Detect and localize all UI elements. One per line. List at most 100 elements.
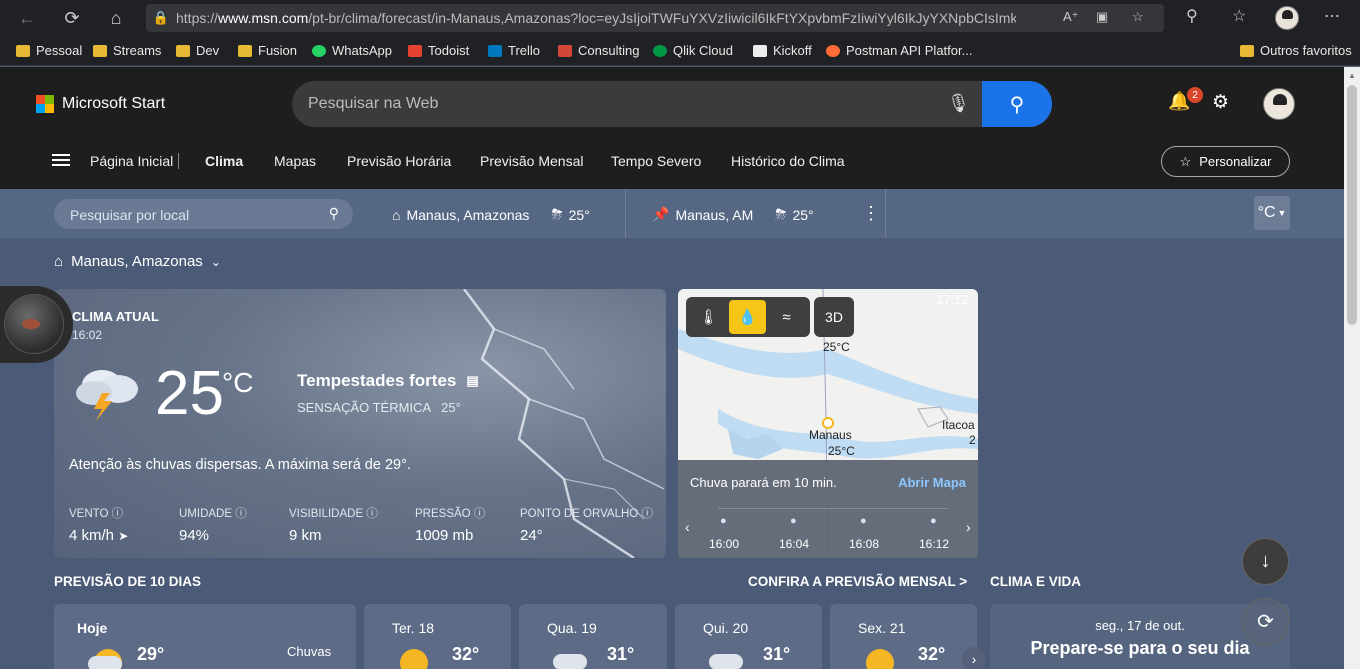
info-icon[interactable]: ⓘ — [474, 508, 486, 520]
forecast-day[interactable]: Qua. 19 31° — [519, 604, 667, 669]
timeline-tick: 16:08 — [849, 537, 880, 551]
nav-home[interactable]: Página Inicial — [90, 153, 173, 169]
refresh-icon[interactable]: ⟳ — [55, 1, 89, 35]
search-button[interactable]: ⚲ — [982, 81, 1052, 127]
home-icon: ⌂ — [392, 206, 401, 223]
extension-icon[interactable]: ⚲ — [1186, 6, 1198, 26]
info-icon[interactable]: ⓘ — [112, 508, 124, 520]
monthly-forecast-link[interactable]: CONFIRA A PREVISÃO MENSAL > — [748, 574, 967, 589]
more-menu-icon[interactable]: ⋯ — [1324, 6, 1340, 26]
open-map-link[interactable]: Abrir Mapa — [898, 475, 966, 490]
feels-like: SENSAÇÃO TÉRMICA 25° — [297, 400, 461, 415]
menu-hamburger-icon[interactable] — [52, 151, 70, 169]
more-options-icon[interactable]: ⋮ — [862, 203, 880, 224]
bookmark-kickoff[interactable]: Kickoff — [753, 43, 812, 58]
scrollbar-thumb[interactable] — [1347, 85, 1357, 325]
favorites-icon[interactable]: ☆ — [1232, 6, 1246, 26]
address-bar[interactable]: 🔒 https://www.msn.com/pt-br/clima/foreca… — [146, 4, 1164, 32]
read-aloud-icon[interactable]: A⁺ — [1063, 9, 1079, 25]
back-icon[interactable]: ← — [10, 1, 44, 35]
gmail-icon — [558, 44, 572, 57]
app-available-icon[interactable]: ▣ — [1096, 9, 1108, 25]
brand-name: Microsoft Start — [62, 95, 166, 112]
temperature-layer-icon[interactable]: 🌡 — [690, 300, 727, 334]
unit-selector[interactable]: °C ▼ — [1254, 196, 1290, 230]
info-icon[interactable]: ⓘ — [366, 508, 378, 520]
timeline-track[interactable] — [718, 508, 948, 509]
saved-location-pinned[interactable]: 📌 Manaus, AM ⛈ 25° — [652, 206, 814, 223]
timeline-next-icon[interactable]: › — [966, 519, 971, 535]
web-search-input[interactable]: Pesquisar na Web 🎙 ⚲ — [292, 81, 1052, 127]
sparkle-star-icon: ☆ — [1179, 153, 1192, 169]
other-favorites[interactable]: Outros favoritos — [1240, 43, 1352, 58]
location-search-input[interactable]: Pesquisar por local ⚲ — [54, 199, 353, 229]
home-icon[interactable]: ⌂ — [99, 1, 133, 35]
personalize-button[interactable]: ☆ Personalizar — [1161, 146, 1290, 177]
forecast-next-icon[interactable]: › — [962, 647, 986, 669]
bookmark-whatsapp[interactable]: WhatsApp — [312, 43, 392, 58]
profile-avatar[interactable] — [1275, 6, 1299, 30]
location-temp: 25° — [568, 206, 590, 223]
nav-severe[interactable]: Tempo Severo — [611, 153, 701, 169]
bookmark-streams[interactable]: Streams — [93, 43, 161, 58]
bookmark-todoist[interactable]: Todoist — [408, 43, 469, 58]
bookmark-trello[interactable]: Trello — [488, 43, 540, 58]
rain-drop-icon: ● — [790, 515, 797, 527]
map-3d-button[interactable]: 3D — [814, 297, 854, 337]
nav-history[interactable]: Histórico do Clima — [731, 153, 845, 169]
microphone-icon[interactable]: 🎙 — [947, 93, 970, 114]
favorite-add-icon[interactable]: ☆ — [1132, 9, 1144, 25]
bookmark-pessoal[interactable]: Pessoal — [16, 43, 82, 58]
info-icon[interactable]: ⓘ — [641, 508, 653, 520]
bookmark-dev[interactable]: Dev — [176, 43, 219, 58]
settings-gear-icon[interactable]: ⚙ — [1212, 91, 1229, 114]
forecast-day[interactable]: Qui. 20 31° — [675, 604, 822, 669]
nav-divider — [178, 153, 179, 169]
folder-icon — [93, 44, 107, 57]
city-name: Manaus, Amazonas — [71, 253, 203, 270]
info-icon[interactable]: ⓘ — [235, 508, 247, 520]
nav-hourly[interactable]: Previsão Horária — [347, 153, 451, 169]
search-icon: ⚲ — [1009, 93, 1025, 116]
message-icon[interactable]: ▤ — [466, 373, 478, 389]
nav-monthly[interactable]: Previsão Mensal — [480, 153, 584, 169]
bookmark-postman[interactable]: Postman API Platfor... — [826, 43, 972, 58]
refresh-button[interactable]: ⟳ — [1242, 598, 1289, 645]
nav-weather[interactable]: Clima — [205, 153, 243, 169]
microsoft-start-logo[interactable]: Microsoft Start — [36, 95, 165, 113]
city-selector[interactable]: ⌂ Manaus, Amazonas ⌄ — [54, 253, 221, 270]
location-name: Manaus, Amazonas — [406, 206, 530, 223]
page-scrollbar[interactable]: ▲ — [1344, 67, 1360, 669]
unit-label: °C — [1257, 204, 1276, 221]
user-avatar[interactable] — [1263, 88, 1295, 120]
scroll-down-button[interactable]: ↓ — [1242, 538, 1289, 585]
forecast-day-today[interactable]: Hoje 29° Chuvas — [54, 604, 356, 669]
current-weather-label: CLIMA ATUAL — [72, 309, 159, 324]
day-name: Qua. 19 — [547, 620, 597, 636]
site-header: Microsoft Start Pesquisar na Web 🎙 ⚲ 🔔 2… — [0, 67, 1344, 189]
scroll-up-icon[interactable]: ▲ — [1348, 71, 1356, 80]
chevron-down-icon: ⌄ — [210, 254, 221, 269]
forecast-day[interactable]: Ter. 18 32° — [364, 604, 511, 669]
location-name: Manaus, AM — [675, 206, 754, 223]
day-note: Chuvas — [287, 644, 332, 659]
timeline-prev-icon[interactable]: ‹ — [685, 519, 690, 535]
chevron-down-icon: ▼ — [1277, 208, 1287, 218]
bookmark-consulting[interactable]: Consulting — [558, 43, 639, 58]
precipitation-layer-icon[interactable]: 💧 — [729, 300, 766, 334]
bookmark-fusion[interactable]: Fusion — [238, 43, 297, 58]
metric-label: VISIBILIDADE — [289, 508, 364, 520]
bookmark-qlik[interactable]: Qlik Cloud — [653, 43, 733, 58]
wind-layer-icon[interactable]: ≈ — [768, 300, 805, 334]
nav-maps[interactable]: Mapas — [274, 153, 316, 169]
location-search-placeholder: Pesquisar por local — [70, 207, 190, 223]
thunderstorm-icon — [76, 370, 138, 421]
location-temp: 25° — [792, 206, 814, 223]
bookmarks-bar: Pessoal Streams Dev Fusion WhatsApp Todo… — [0, 36, 1360, 66]
feels-value: 25° — [441, 400, 461, 415]
browser-toolbar: ← ⟳ ⌂ 🔒 https://www.msn.com/pt-br/clima/… — [0, 0, 1360, 36]
forecast-day[interactable]: Sex. 21 32° — [830, 604, 977, 669]
saved-location-home[interactable]: ⌂ Manaus, Amazonas ⛈ 25° — [392, 206, 590, 223]
todoist-icon — [408, 44, 422, 57]
metric-wind: VENTO ⓘ 4 km/h ➤ — [69, 505, 128, 544]
